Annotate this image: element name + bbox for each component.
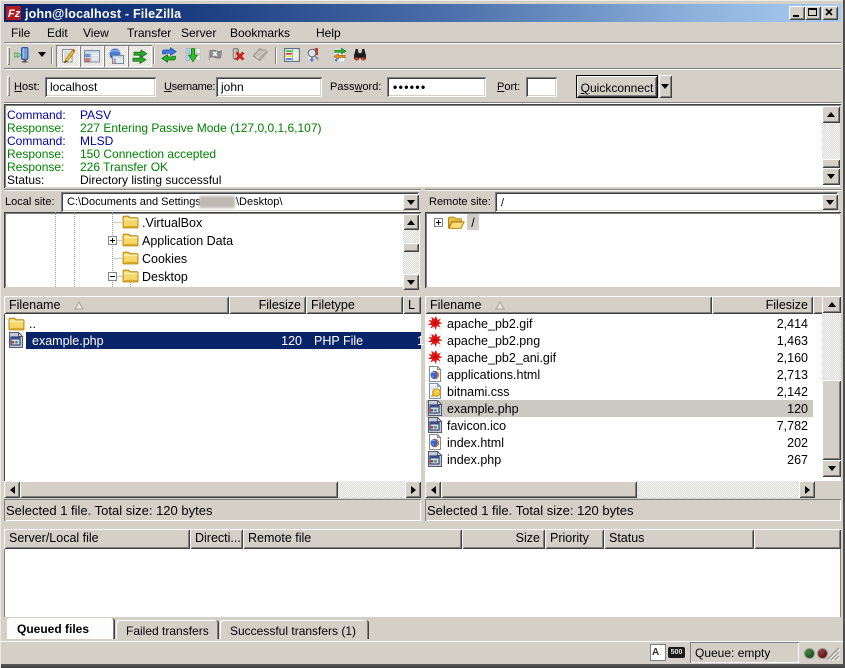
svg-text:Fz: Fz bbox=[8, 8, 21, 20]
